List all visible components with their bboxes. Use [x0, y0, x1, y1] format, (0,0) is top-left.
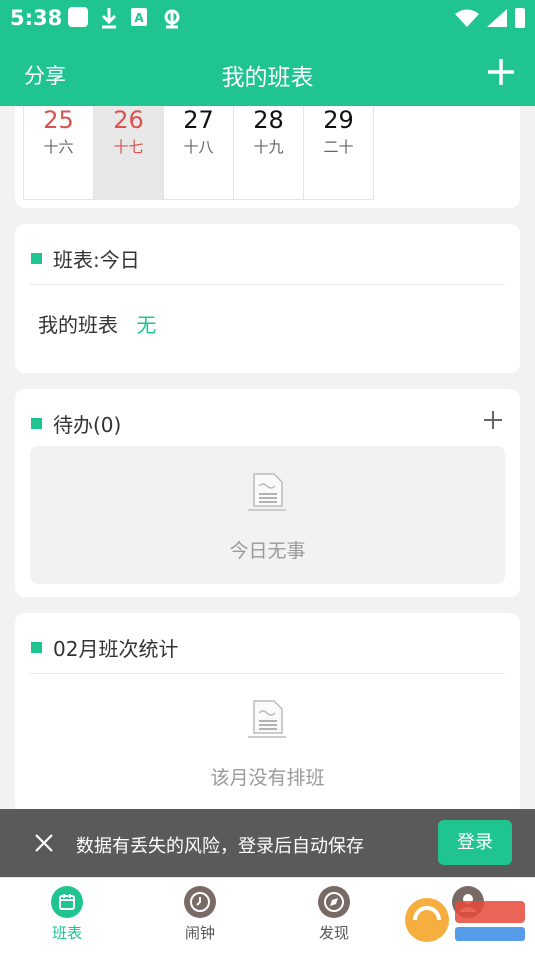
- signal-icon: [487, 9, 507, 27]
- calendar-day-27[interactable]: 27 十八: [164, 106, 234, 200]
- bug-icon: [164, 9, 180, 29]
- today-schedule-card: 班表:今日 我的班表 无: [15, 224, 520, 373]
- day-number: 28: [253, 106, 284, 134]
- divider: [30, 284, 505, 285]
- tab-label: 发现: [318, 924, 349, 942]
- calendar-day-29[interactable]: 29 二十: [304, 106, 374, 200]
- calendar-strip: 25 十六 26 十七 27 十八 28 十九 29 二十: [23, 106, 374, 200]
- day-number: 25: [43, 106, 74, 134]
- day-number: 27: [183, 106, 214, 134]
- lunar-date: 十六: [43, 138, 74, 156]
- card-header: 02月班次统计: [31, 633, 178, 662]
- download-icon: [101, 8, 117, 29]
- calendar-day-25[interactable]: 25 十六: [23, 106, 94, 200]
- tab-schedule[interactable]: 班表: [22, 886, 112, 943]
- tab-alarm[interactable]: 闹钟: [155, 886, 245, 943]
- battery-icon: [515, 8, 525, 28]
- empty-message: 今日无事: [229, 540, 306, 562]
- status-time: 5:38: [10, 6, 63, 30]
- tab-label: 班表: [51, 924, 82, 942]
- lunar-date: 二十: [323, 138, 354, 156]
- schedule-row-value: 无: [136, 313, 157, 337]
- empty-document-icon: [248, 473, 286, 511]
- status-bar: 5:38 A: [0, 0, 535, 38]
- snackbar-message: 数据有丢失的风险，登录后自动保存: [76, 836, 364, 857]
- day-number: 29: [323, 106, 354, 134]
- todo-empty-state: 今日无事: [30, 446, 505, 584]
- page-title: 我的班表: [221, 65, 314, 91]
- divider: [30, 673, 505, 674]
- white-square-icon: [68, 7, 88, 27]
- card-header: 待办(0): [31, 409, 121, 438]
- tab-label: 闹钟: [184, 924, 215, 942]
- green-bullet: [31, 418, 42, 429]
- card-title: 02月班次统计: [53, 637, 179, 661]
- app-bar: 分享 我的班表: [0, 38, 535, 106]
- lunar-date: 十九: [253, 138, 284, 156]
- wifi-icon: [455, 9, 479, 27]
- plus-icon[interactable]: [485, 56, 517, 88]
- calendar-day-26-today[interactable]: 26 十七: [94, 106, 164, 200]
- a-icon: A: [131, 8, 147, 26]
- calendar-icon: [51, 886, 83, 918]
- schedule-row-label: 我的班表: [38, 313, 118, 337]
- login-button[interactable]: 登录: [438, 820, 512, 865]
- empty-message: 该月没有排班: [210, 767, 325, 789]
- green-bullet: [31, 642, 42, 653]
- site-watermark-logo: [405, 898, 525, 942]
- clock-icon: [184, 886, 216, 918]
- status-notification-icons: A: [68, 7, 184, 31]
- close-icon[interactable]: [34, 833, 54, 853]
- compass-icon: [318, 886, 350, 918]
- calendar-card: 25 十六 26 十七 27 十八 28 十九 29 二十: [15, 106, 520, 208]
- schedule-row[interactable]: 我的班表 无: [38, 309, 156, 338]
- green-bullet: [31, 253, 42, 264]
- card-title: 待办(0): [53, 413, 122, 437]
- empty-document-icon: [248, 700, 286, 738]
- svg-text:A: A: [134, 11, 144, 25]
- add-todo-icon[interactable]: [482, 409, 504, 431]
- tab-discover[interactable]: 发现: [289, 886, 379, 943]
- calendar-day-28[interactable]: 28 十九: [234, 106, 304, 200]
- login-snackbar: 数据有丢失的风险，登录后自动保存 登录: [0, 809, 535, 877]
- day-number: 26: [113, 106, 144, 134]
- monthly-stats-card: 02月班次统计 该月没有排班: [15, 613, 520, 813]
- lunar-date: 十八: [183, 138, 214, 156]
- card-title: 班表:今日: [53, 248, 140, 272]
- status-right-tray: [455, 8, 525, 28]
- lunar-date: 十七: [113, 138, 144, 156]
- card-header: 班表:今日: [31, 244, 140, 273]
- todo-card: 待办(0) 今日无事: [15, 389, 520, 597]
